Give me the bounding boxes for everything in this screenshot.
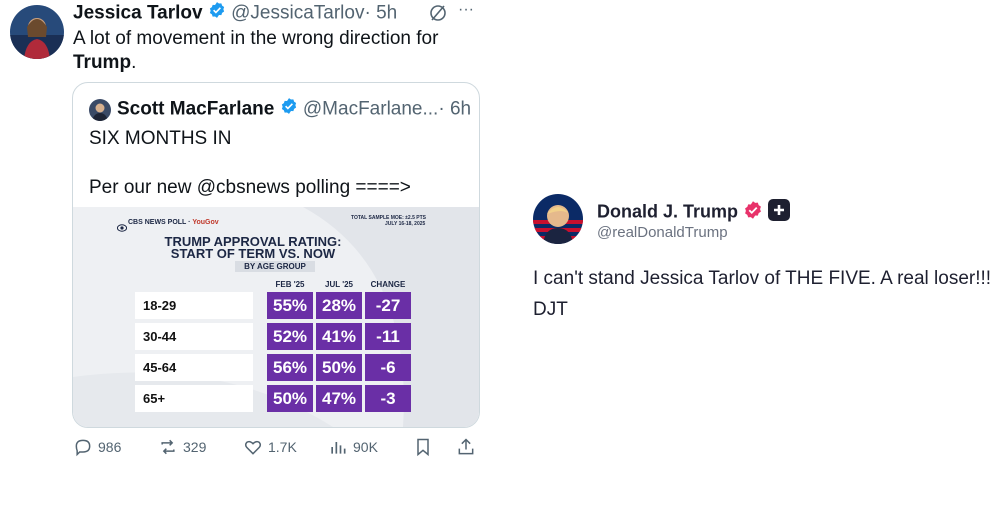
quote-text-line1: SIX MONTHS IN [89,128,232,149]
column-header-feb: FEB '25 [275,280,305,289]
views-button[interactable]: 90K [328,437,378,457]
poll-title-line2: START OF TERM VS. NOW [170,246,336,261]
cell-feb: 50% [267,385,313,412]
share-button[interactable] [456,437,476,457]
tweet-time[interactable]: · 5h [364,3,397,24]
quote-avatar [89,99,111,121]
row-label: 30-44 [135,323,253,350]
cell-jul: 50% [316,354,362,381]
reply-button[interactable]: 986 [73,437,121,457]
cell-feb: 56% [267,354,313,381]
cell-change: -11 [365,323,411,350]
poll-subtitle: BY AGE GROUP [235,261,315,272]
cell-jul: 41% [316,323,362,350]
share-icon [458,438,474,455]
grok-icon[interactable] [428,3,448,28]
cell-change: -27 [365,292,411,319]
truth-follow-plus-icon[interactable] [768,199,791,226]
reply-icon [75,439,91,457]
verified-badge-icon [280,97,298,122]
author-avatar-image [10,5,64,59]
row-label: 65+ [135,385,253,412]
like-count: 1.7K [268,439,297,455]
quote-text-line2: Per our new @cbsnews polling ====> [89,177,411,198]
quote-header: Scott MacFarlane @MacFarlane...· 6h [117,97,471,122]
column-header-jul: JUL '25 [325,280,353,289]
cell-feb: 55% [267,292,313,319]
bookmark-button[interactable] [413,437,433,457]
truth-author-handle[interactable]: @realDonaldTrump [597,224,728,241]
author-avatar[interactable] [10,5,64,59]
bookmark-icon [417,438,429,457]
poll-dates: JULY 16-18, 2025 [385,221,426,227]
like-button[interactable]: 1.7K [243,437,297,457]
quote-author-handle: @MacFarlane... [302,98,439,120]
author-handle[interactable]: @JessicaTarlov [231,3,364,24]
quote-time: · 6h [438,98,472,120]
tweet-text-line: A lot of movement in the wrong direction… [73,28,439,49]
heart-icon [244,440,262,455]
more-options-icon[interactable]: ··· [458,1,474,19]
poll-graphic[interactable]: CBS NEWS POLL · YouGov TOTAL SAMPLE MOE:… [73,207,479,427]
quoted-tweet-card[interactable]: Scott MacFarlane @MacFarlane...· 6h SIX … [72,82,480,428]
reply-count: 986 [98,439,122,455]
tweet-text-bold: Trump [73,52,132,73]
tweet-text: A lot of movement in the wrong direction… [73,27,453,75]
cell-feb: 52% [267,323,313,350]
poll-brand: CBS NEWS POLL · YouGov [128,219,219,226]
row-label: 45-64 [135,354,253,381]
cell-change: -6 [365,354,411,381]
truth-avatar-image [533,194,583,244]
truth-post-text: I can't stand Jessica Tarlov of THE FIVE… [533,268,992,320]
repost-icon [161,439,175,455]
repost-button[interactable]: 329 [158,437,206,457]
cell-jul: 28% [316,292,362,319]
poll-brand-name: CBS NEWS POLL [128,219,187,226]
poll-partner: YouGov [192,219,219,226]
truth-avatar[interactable] [533,194,583,244]
verified-badge-icon [208,1,226,26]
column-header-change: CHANGE [370,280,406,289]
truth-author-name[interactable]: Donald J. Trump [597,201,738,221]
quote-author-name: Scott MacFarlane [117,98,275,120]
author-name[interactable]: Jessica Tarlov [73,3,203,24]
truth-name-row: Donald J. Trump [597,199,791,226]
cell-jul: 47% [316,385,362,412]
tweet-text-end: . [131,52,137,73]
analytics-icon [331,442,346,454]
tweet-header: Jessica Tarlov @JessicaTarlov· 5h [73,1,397,26]
cell-change: -3 [365,385,411,412]
view-count: 90K [353,439,378,455]
row-label: 18-29 [135,292,253,319]
quote-avatar-image [89,99,111,121]
truth-verified-badge-icon [743,200,763,225]
repost-count: 329 [183,439,207,455]
